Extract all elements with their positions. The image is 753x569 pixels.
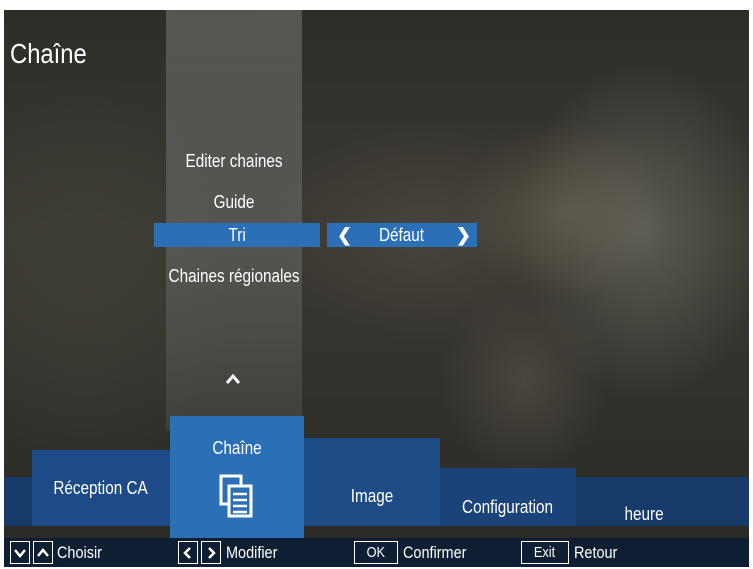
tv-screen: Chaîne Editer chaines Guide Tri Chaines … <box>4 10 749 567</box>
menu-item-tri[interactable]: Tri <box>154 223 320 247</box>
up-key <box>33 541 53 564</box>
hint-confirm: Confirmer <box>403 543 467 562</box>
hint-modify: Modifier <box>226 543 278 562</box>
menu-item-label: Editer chaines <box>185 151 283 171</box>
sort-value: Défaut <box>379 225 425 245</box>
tab-heure[interactable]: heure <box>576 482 712 526</box>
tab-image[interactable]: Image <box>304 438 440 526</box>
hint-choose: Choisir <box>57 543 102 562</box>
chevron-up-icon <box>37 548 49 557</box>
menu-column-panel <box>166 10 302 430</box>
right-key <box>201 541 221 564</box>
tab-label: heure <box>624 504 664 524</box>
tab-label: Image <box>350 486 394 506</box>
menu-item-label: Guide <box>213 192 255 212</box>
tab-label: Configuration <box>462 497 554 517</box>
tab-label: Réception CA <box>53 478 149 498</box>
chevron-left-icon <box>183 547 191 559</box>
menu-item-editer-chaines[interactable]: Editer chaines <box>154 149 314 173</box>
menu-item-guide[interactable]: Guide <box>154 190 314 214</box>
menu-item-chaines-regionales[interactable]: Chaines régionales <box>144 264 324 288</box>
menu-item-label: Tri <box>228 225 246 245</box>
down-key <box>10 541 30 564</box>
chevron-down-icon <box>14 549 26 558</box>
tab-configuration[interactable]: Configuration <box>440 468 576 526</box>
chevron-right-icon[interactable]: ❯ <box>456 223 471 247</box>
tab-chaine[interactable]: Chaîne <box>170 416 304 548</box>
ok-key: OK <box>354 541 398 564</box>
help-bar: Choisir Modifier OK Confirmer Exit Retou… <box>4 538 749 567</box>
chevron-right-icon <box>208 547 216 559</box>
tab-reception-ca[interactable]: Réception CA <box>32 450 170 526</box>
menu-item-label: Chaines régionales <box>168 266 300 286</box>
exit-key: Exit <box>521 541 569 564</box>
page-title: Chaîne <box>10 38 87 69</box>
channel-list-icon <box>219 474 253 518</box>
chevron-up-icon[interactable] <box>225 372 241 386</box>
left-key <box>178 541 198 564</box>
tab-label: Chaîne <box>212 438 262 458</box>
sort-value-selector[interactable]: ❮ Défaut ❯ <box>327 223 477 247</box>
hint-back: Retour <box>574 543 618 562</box>
